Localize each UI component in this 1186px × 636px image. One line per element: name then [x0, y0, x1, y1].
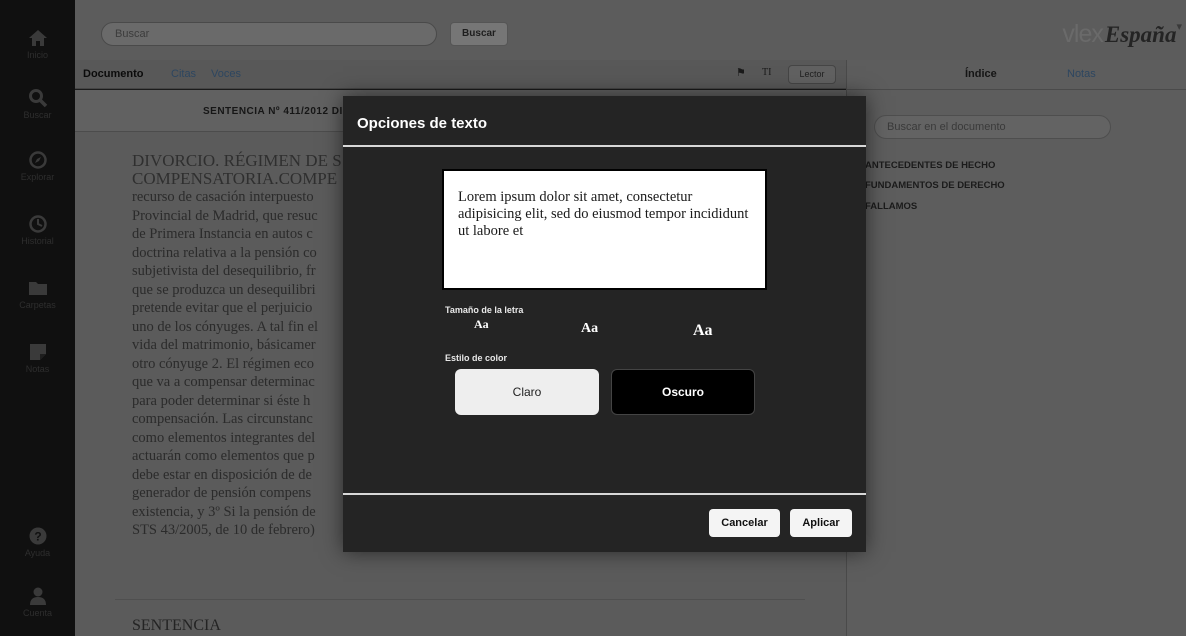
- folder-icon: [28, 282, 47, 295]
- chevron-down-icon: ▾: [1176, 21, 1182, 33]
- sidebar-item-label: Buscar: [23, 110, 52, 120]
- cancel-button[interactable]: Cancelar: [709, 509, 780, 537]
- sidebar-item-buscar[interactable]: Buscar: [0, 82, 75, 134]
- toc-item[interactable]: FUNDAMENTOS DE DERECHO: [865, 180, 1005, 191]
- font-size-medium-option[interactable]: Aa: [581, 321, 598, 337]
- toc-item[interactable]: ANTECEDENTES DE HECHO: [865, 160, 995, 171]
- search-icon: [28, 89, 47, 108]
- sidebar-item-label: Ayuda: [24, 548, 51, 558]
- tab-documento[interactable]: Documento: [83, 68, 144, 80]
- brand-name: vlex: [1062, 20, 1103, 48]
- search-input[interactable]: Buscar: [101, 22, 437, 46]
- text-options-dialog: Opciones de texto Lorem ipsum dolor sit …: [343, 96, 866, 552]
- divider: [343, 145, 866, 147]
- tab-indice[interactable]: Índice: [965, 68, 997, 80]
- search-button[interactable]: Buscar: [450, 22, 508, 46]
- dark-theme-button[interactable]: Oscuro: [611, 369, 755, 415]
- sidebar-item-ayuda[interactable]: ? Ayuda: [0, 520, 75, 572]
- font-size-small-option[interactable]: Aa: [474, 317, 489, 332]
- sidebar-item-label: Explorar: [20, 172, 55, 182]
- font-size-large-option[interactable]: Aa: [693, 322, 713, 340]
- dialog-title: Opciones de texto: [357, 115, 488, 132]
- light-theme-button[interactable]: Claro: [455, 369, 599, 415]
- tab-citas[interactable]: Citas: [171, 68, 196, 80]
- flag-icon[interactable]: ⚑: [736, 66, 746, 79]
- section-title: SENTENCIA: [132, 617, 221, 634]
- toc-item[interactable]: FALLAMOS: [865, 201, 917, 212]
- history-icon: [28, 215, 47, 233]
- help-icon: ?: [29, 527, 46, 545]
- sidebar-item-label: Historial: [21, 236, 54, 246]
- sidebar-item-label: Cuenta: [22, 608, 53, 618]
- color-style-label: Estilo de color: [445, 353, 508, 363]
- sidebar-item-inicio[interactable]: Inicio: [0, 22, 75, 74]
- top-bar: Buscar Buscar vlexEspaña▾: [75, 0, 1186, 60]
- divider: [343, 493, 866, 495]
- document-tabs: Documento Citas Voces ⚑ TI Lector: [75, 60, 846, 89]
- sidebar-item-carpetas[interactable]: Carpetas: [0, 272, 75, 324]
- apply-button[interactable]: Aplicar: [790, 509, 852, 537]
- text-options-button[interactable]: TI: [762, 67, 771, 78]
- note-icon: [29, 344, 46, 360]
- divider: [115, 599, 805, 600]
- sidebar-item-cuenta[interactable]: Cuenta: [0, 580, 75, 632]
- brand-country: España: [1104, 22, 1177, 47]
- sidebar-item-label: Notas: [25, 364, 50, 374]
- text-preview: Lorem ipsum dolor sit amet, consectetur …: [442, 169, 767, 290]
- compass-icon: [28, 151, 47, 169]
- brand-logo[interactable]: vlexEspaña▾: [1062, 20, 1182, 50]
- home-icon: [28, 30, 47, 46]
- sidebar-item-notas[interactable]: Notas: [0, 336, 75, 388]
- main-sidebar: Inicio Buscar Explorar Historial Carpeta…: [0, 0, 75, 636]
- svg-text:?: ?: [34, 530, 41, 544]
- right-panel: Índice Notas Buscar en el documento ▸ AN…: [846, 60, 1186, 636]
- font-size-label: Tamaño de la letra: [445, 305, 524, 315]
- sidebar-item-historial[interactable]: Historial: [0, 208, 75, 260]
- tab-notas[interactable]: Notas: [1067, 68, 1096, 80]
- divider: [847, 89, 1186, 90]
- document-title: SENTENCIA Nº 411/2012 DI: [203, 106, 343, 117]
- sidebar-item-label: Inicio: [26, 50, 48, 60]
- lector-button[interactable]: Lector: [788, 65, 836, 84]
- tab-voces[interactable]: Voces: [211, 68, 241, 80]
- document-search-input[interactable]: Buscar en el documento: [874, 115, 1111, 139]
- sidebar-item-explorar[interactable]: Explorar: [0, 144, 75, 196]
- user-icon: [29, 587, 46, 605]
- sidebar-item-label: Carpetas: [19, 300, 56, 310]
